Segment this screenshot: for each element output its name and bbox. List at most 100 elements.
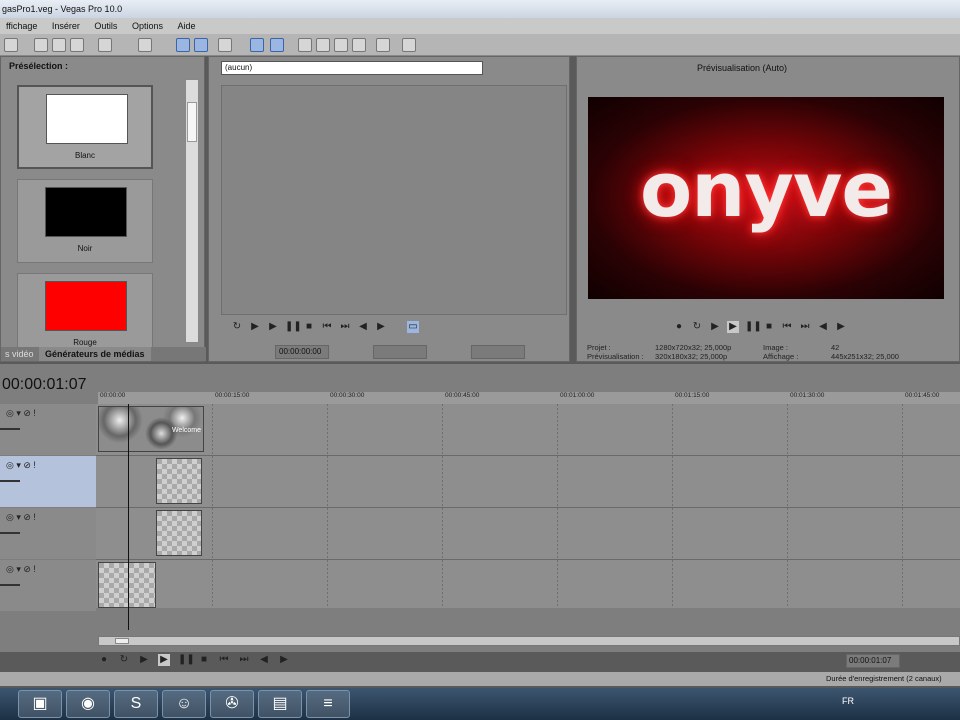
vegas-icon[interactable]: ✇ (210, 690, 254, 718)
play-icon[interactable]: ▶ (727, 321, 739, 333)
auto-ripple-icon[interactable] (270, 38, 284, 52)
prev-frame-icon[interactable]: ◀ (258, 654, 270, 666)
play-icon[interactable]: ▶ (267, 321, 279, 333)
preset-noir[interactable]: Noir (17, 179, 153, 263)
play-from-start-icon[interactable]: ▶ (709, 321, 721, 333)
preview-quality-dropdown[interactable]: Prévisualisation (Auto) (697, 63, 787, 73)
record-icon[interactable]: ● (98, 654, 110, 666)
loop-icon[interactable]: ↻ (118, 654, 130, 666)
pause-icon[interactable]: ❚❚ (745, 321, 762, 333)
marker-icon[interactable] (352, 38, 366, 52)
play-from-start-icon[interactable]: ▶ (138, 654, 150, 666)
preset-rouge[interactable]: Rouge (17, 273, 153, 357)
go-to-start-icon[interactable]: ⏮ (321, 321, 333, 333)
menu-aide[interactable]: Aide (171, 18, 201, 34)
pause-icon[interactable]: ❚❚ (285, 321, 302, 333)
play-from-start-icon[interactable]: ▶ (249, 321, 261, 333)
stop-icon[interactable]: ■ (198, 654, 210, 666)
project-value: 1280x720x32; 25,000p (655, 343, 732, 352)
copy-icon[interactable] (52, 38, 66, 52)
redo-icon[interactable] (138, 38, 152, 52)
tab-media-generators[interactable]: Générateurs de médias (39, 347, 151, 361)
skype-icon[interactable]: S (114, 690, 158, 718)
menu-inserer[interactable]: Insérer (46, 18, 86, 34)
envelope-tool-icon[interactable] (194, 38, 208, 52)
explorer-icon[interactable]: ▣ (18, 690, 62, 718)
timeline-ruler[interactable]: 00:00:00 00:00:15:00 00:00:30:00 00:00:4… (98, 392, 960, 404)
preset-header: Présélection : (9, 61, 69, 71)
tab-video-fx[interactable]: s vidéo (1, 347, 38, 361)
track-header-1[interactable]: ◎ ▾ ⊘ ! (0, 404, 96, 455)
select-icon[interactable]: ▭ (407, 321, 419, 333)
ruler-tick: 00:01:00:00 (560, 392, 595, 399)
messenger-icon[interactable]: ☺ (162, 690, 206, 718)
stop-icon[interactable]: ■ (763, 321, 775, 333)
next-frame-icon[interactable]: ▶ (375, 321, 387, 333)
go-to-start-icon[interactable]: ⏮ (781, 321, 793, 333)
windows-taskbar: ▣ ◉ S ☺ ✇ ▤ ≡ FR (0, 688, 960, 720)
crossfade-icon[interactable] (334, 38, 348, 52)
record-icon[interactable]: ● (673, 321, 685, 333)
track-controls[interactable]: ◎ ▾ ⊘ ! (6, 564, 92, 576)
menu-affichage[interactable]: ffichage (0, 18, 43, 34)
next-frame-icon[interactable]: ▶ (835, 321, 847, 333)
preview-screen: onyve (588, 97, 944, 299)
prev-frame-icon[interactable]: ◀ (357, 321, 369, 333)
go-to-end-icon[interactable]: ⏭ (339, 321, 351, 333)
trimmer-in-field[interactable] (373, 345, 427, 359)
menu-options[interactable]: Options (126, 18, 169, 34)
properties-icon[interactable] (376, 38, 390, 52)
go-to-start-icon[interactable]: ⏮ (218, 654, 230, 666)
language-indicator[interactable]: FR (842, 696, 854, 706)
preset-swatch-black (45, 187, 127, 237)
trimmer-media-select[interactable]: (aucun) (221, 61, 483, 75)
undo-icon[interactable] (98, 38, 112, 52)
clip-label: Welcome (171, 427, 201, 434)
trimmer-length-field[interactable] (471, 345, 525, 359)
timeline-scrollbar[interactable] (98, 636, 960, 646)
timeline-tracks[interactable]: Welcome (96, 404, 960, 608)
track-level (0, 480, 20, 482)
cut-icon[interactable] (34, 38, 48, 52)
terminal-icon[interactable]: ▤ (258, 690, 302, 718)
help-icon[interactable] (402, 38, 416, 52)
loop-icon[interactable]: ↻ (231, 321, 243, 333)
track-level (0, 428, 20, 430)
chrome-icon[interactable]: ◉ (66, 690, 110, 718)
stop-icon[interactable]: ■ (303, 321, 315, 333)
next-frame-icon[interactable]: ▶ (278, 654, 290, 666)
menu-outils[interactable]: Outils (88, 18, 123, 34)
track-controls[interactable]: ◎ ▾ ⊘ ! (6, 408, 92, 420)
prev-frame-icon[interactable]: ◀ (817, 321, 829, 333)
video-clip[interactable] (156, 458, 202, 504)
track-controls[interactable]: ◎ ▾ ⊘ ! (6, 512, 92, 524)
video-clip[interactable] (156, 510, 202, 556)
track-header-2[interactable]: ◎ ▾ ⊘ ! (0, 456, 96, 507)
selection-tool-icon[interactable] (218, 38, 232, 52)
scrollbar-thumb[interactable] (115, 638, 129, 644)
video-clip[interactable] (98, 562, 156, 608)
play-icon[interactable]: ▶ (158, 654, 170, 666)
track-header-3[interactable]: ◎ ▾ ⊘ ! (0, 508, 96, 559)
pause-icon[interactable]: ❚❚ (178, 654, 195, 666)
loop-icon[interactable]: ↻ (691, 321, 703, 333)
snap-icon[interactable] (250, 38, 264, 52)
timeline-cursor[interactable] (128, 404, 129, 630)
winrar-icon[interactable]: ≡ (306, 690, 350, 718)
track-controls[interactable]: ◎ ▾ ⊘ ! (6, 460, 92, 472)
preset-label: Blanc (74, 151, 95, 160)
paste-icon[interactable] (70, 38, 84, 52)
video-clip-welcome[interactable]: Welcome (98, 406, 204, 452)
save-icon[interactable] (4, 38, 18, 52)
scrollbar-thumb[interactable] (187, 102, 197, 142)
track-header-4[interactable]: ◎ ▾ ⊘ ! (0, 560, 96, 611)
preset-scrollbar[interactable] (185, 79, 199, 343)
preset-blanc[interactable]: Blanc (17, 85, 153, 169)
ignore-grouping-icon[interactable] (316, 38, 330, 52)
ruler-tick: 00:00:30:00 (330, 392, 365, 399)
go-to-end-icon[interactable]: ⏭ (238, 654, 250, 666)
lock-envelopes-icon[interactable] (298, 38, 312, 52)
go-to-end-icon[interactable]: ⏭ (799, 321, 811, 333)
normal-edit-tool-icon[interactable] (176, 38, 190, 52)
video-preview-panel: Prévisualisation (Auto) onyve ● ↻ ▶ ▶ ❚❚… (576, 56, 960, 362)
